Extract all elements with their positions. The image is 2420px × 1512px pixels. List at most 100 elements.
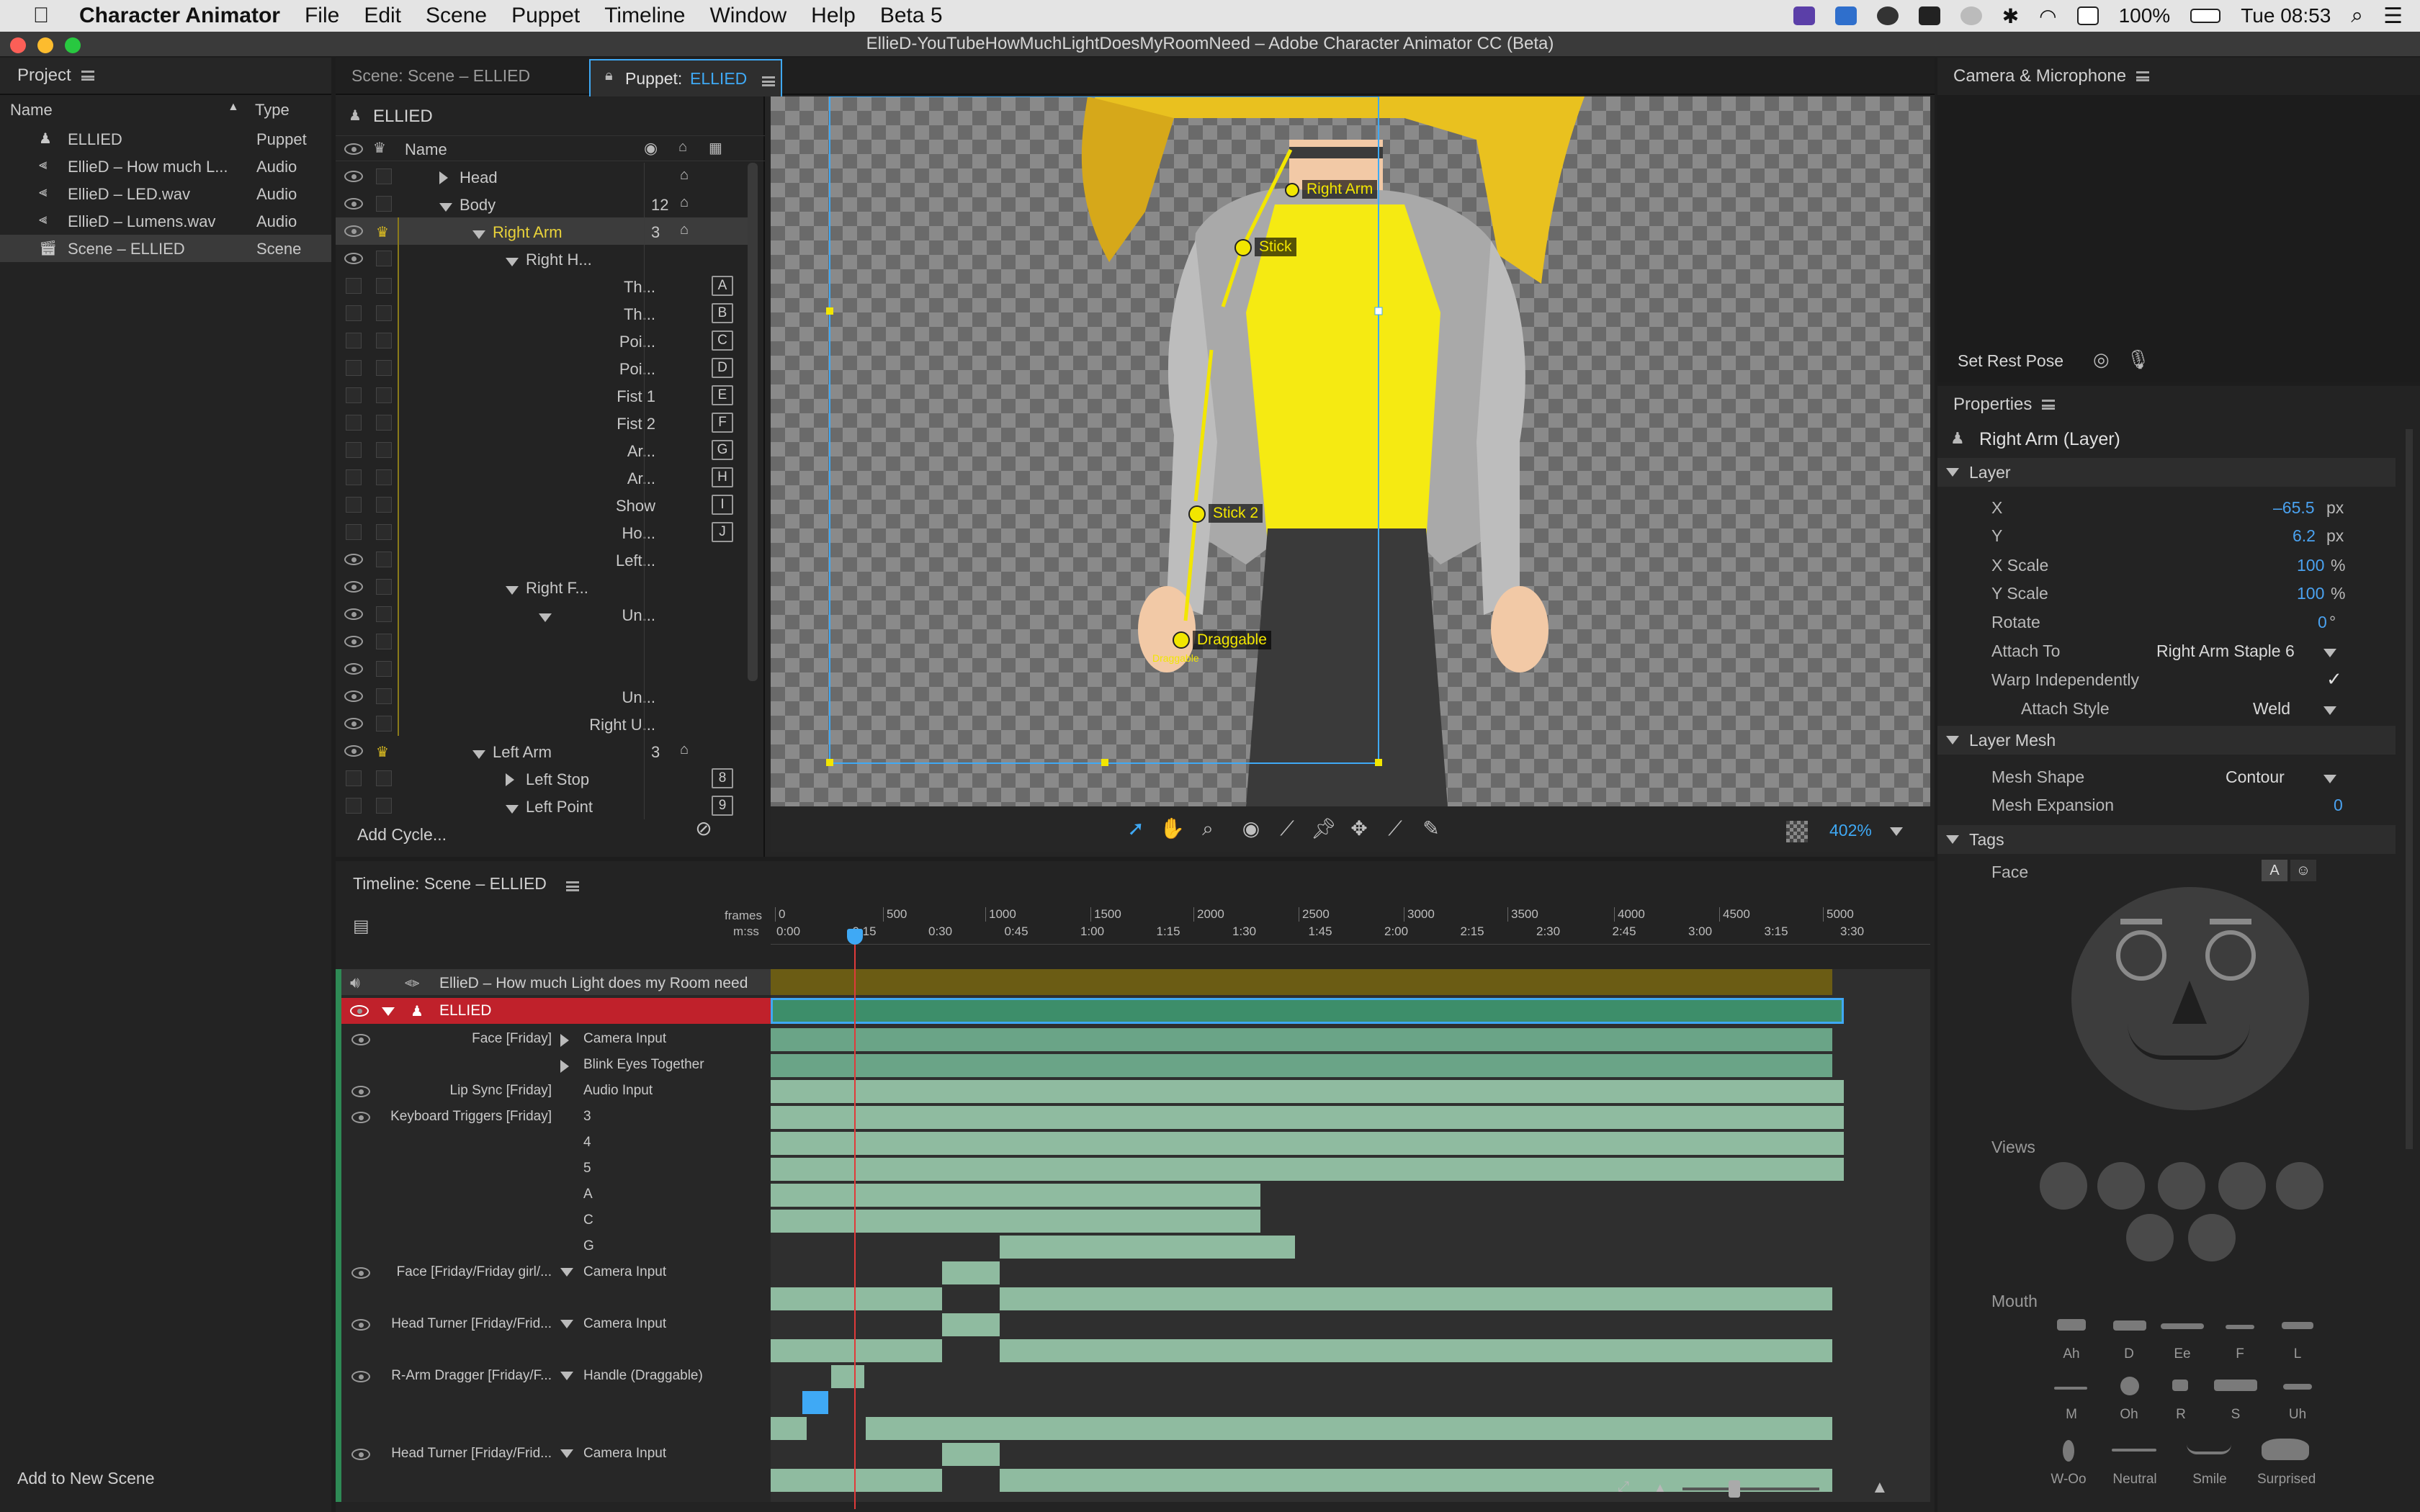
mouth-icon[interactable] xyxy=(2128,1024,2250,1060)
view-face-icon[interactable] xyxy=(2276,1162,2323,1210)
mouth-r-icon[interactable] xyxy=(2172,1380,2188,1391)
view-face-icon[interactable] xyxy=(2158,1162,2205,1210)
view-face-icon[interactable] xyxy=(2218,1162,2266,1210)
visibility-toggle[interactable] xyxy=(346,469,362,485)
behavior-param-label[interactable]: 5 xyxy=(583,1161,591,1176)
behavior-param-label[interactable]: A xyxy=(583,1187,593,1202)
visibility-toggle[interactable] xyxy=(346,798,362,814)
visibility-icon[interactable] xyxy=(344,554,363,565)
track-visibility-icon[interactable] xyxy=(351,1112,370,1123)
visibility-icon[interactable] xyxy=(344,225,363,237)
tags-section-header[interactable]: Tags xyxy=(1937,825,2396,854)
handle-label-draggable[interactable]: Draggable xyxy=(1193,631,1271,649)
mouth-oh-icon[interactable] xyxy=(2120,1377,2139,1395)
attach-style-dropdown-icon[interactable] xyxy=(2323,706,2336,719)
independence-toggle[interactable] xyxy=(376,661,392,677)
visibility-icon[interactable] xyxy=(344,581,363,593)
track-visibility-icon[interactable] xyxy=(351,1319,370,1331)
visibility-toggle[interactable] xyxy=(346,278,362,294)
independence-toggle[interactable] xyxy=(376,278,392,294)
visibility-toggle[interactable] xyxy=(346,770,362,786)
draw-tool-icon[interactable]: ✎ xyxy=(1419,816,1443,841)
take-clip-bar[interactable] xyxy=(771,1028,1832,1051)
zoom-out-mountain-icon[interactable]: ▲ xyxy=(1654,1480,1667,1495)
mouth-s-icon[interactable] xyxy=(2214,1380,2257,1391)
keyboard-trigger-key[interactable]: G xyxy=(712,440,733,460)
expand-down-icon[interactable] xyxy=(560,1267,573,1280)
behavior-label[interactable]: Face [Friday] xyxy=(472,1031,552,1047)
cloud-icon[interactable] xyxy=(1876,6,1899,25)
x-value[interactable]: –65.5 xyxy=(2273,498,2315,518)
behavior-param-label[interactable]: Camera Input xyxy=(583,1316,666,1332)
left-eyebrow-icon[interactable] xyxy=(2120,919,2162,924)
independence-toggle[interactable] xyxy=(376,387,392,403)
take-clip-bar[interactable] xyxy=(1000,1236,1295,1259)
visibility-toggle[interactable] xyxy=(346,415,362,431)
independence-toggle[interactable] xyxy=(376,360,392,376)
microphone-icon[interactable]: 🎙︎ xyxy=(2126,348,2150,371)
tab-puppet[interactable]: 🔒︎ Puppet: ELLIED xyxy=(589,59,782,96)
attach-to-dropdown-icon[interactable] xyxy=(2323,648,2336,661)
mouth-w-oo-icon[interactable] xyxy=(2063,1440,2074,1462)
trigger-icon[interactable]: ⌂ xyxy=(680,222,689,238)
camera-toggle-icon[interactable]: ◎ xyxy=(2093,348,2110,371)
project-item[interactable]: ⫷ EllieD – LED.wav Audio xyxy=(0,180,331,207)
timeline-zoom-thumb[interactable] xyxy=(1729,1480,1740,1498)
trigger-icon[interactable]: ⌂ xyxy=(680,194,689,211)
expand-right-icon[interactable] xyxy=(506,772,514,791)
expand-down-icon[interactable] xyxy=(506,580,519,599)
visibility-toggle[interactable] xyxy=(346,387,362,403)
take-clip-bar[interactable] xyxy=(771,1210,1260,1233)
visibility-icon[interactable] xyxy=(344,608,363,620)
mouth-smile-icon[interactable] xyxy=(2187,1444,2231,1454)
tab-scene[interactable]: Scene: Scene – ELLIED xyxy=(351,66,530,86)
visibility-icon[interactable] xyxy=(344,636,363,647)
take-clip-bar[interactable] xyxy=(771,1184,1260,1207)
behavior-param-label[interactable]: 4 xyxy=(583,1135,591,1151)
expand-down-icon[interactable] xyxy=(560,1319,573,1332)
take-clip-bar[interactable] xyxy=(942,1313,1000,1336)
zoom-window-button[interactable] xyxy=(65,37,81,53)
timeline-ruler[interactable]: 0 500 1000 1500 2000 2500 3000 3500 4000 4500 5000… xyxy=(771,904,1930,945)
warp-independently-checkbox[interactable]: ✓ xyxy=(2326,668,2342,690)
independence-toggle[interactable] xyxy=(376,196,392,212)
col-type[interactable]: Type xyxy=(255,101,290,120)
handle-label-stick[interactable]: Stick xyxy=(1255,238,1296,256)
track-visibility-icon[interactable] xyxy=(351,1034,370,1045)
expand-down-icon[interactable] xyxy=(506,799,519,818)
behavior-label[interactable]: Head Turner [Friday/Frid... xyxy=(391,1316,552,1332)
grid-app-icon[interactable] xyxy=(1918,6,1940,25)
properties-menu-icon[interactable] xyxy=(2042,400,2056,410)
visibility-toggle[interactable] xyxy=(346,524,362,540)
expand-down-icon[interactable] xyxy=(472,225,485,243)
view-face-icon[interactable] xyxy=(2040,1162,2087,1210)
trigger-icon[interactable]: ⌂ xyxy=(680,742,689,758)
mouth-m-icon[interactable] xyxy=(2054,1387,2087,1390)
speaker-icon[interactable]: 🔊︎ xyxy=(350,973,360,992)
clock[interactable]: Tue 08:53 xyxy=(2241,4,2331,27)
keyboard-trigger-key[interactable]: F xyxy=(712,413,733,433)
independence-toggle[interactable] xyxy=(376,524,392,540)
track-visibility-icon[interactable] xyxy=(351,1371,370,1382)
track-visibility-icon[interactable] xyxy=(351,1086,370,1097)
behavior-label[interactable]: Lip Sync [Friday] xyxy=(450,1083,552,1099)
attach-to-value[interactable]: Right Arm Staple 6 xyxy=(2156,642,2295,661)
take-clip-bar[interactable] xyxy=(771,1054,1832,1077)
status-circle-icon[interactable] xyxy=(1960,6,1982,25)
take-clip-bar[interactable] xyxy=(771,1287,942,1310)
visibility-icon[interactable] xyxy=(344,690,363,702)
tree-row[interactable]: Body 12 ⌂ xyxy=(336,190,753,217)
fit-timeline-icon[interactable]: ⤢ xyxy=(1618,1479,1629,1495)
visibility-icon[interactable] xyxy=(344,663,363,675)
mouth-surprised-icon[interactable] xyxy=(2262,1439,2309,1460)
minimize-window-button[interactable] xyxy=(37,37,53,53)
take-clip-bar[interactable] xyxy=(771,1132,1844,1155)
puppet-canvas[interactable]: Right Arm Stick Stick 2 Draggable Dragga… xyxy=(771,96,1930,806)
keyboard-trigger-key[interactable]: 9 xyxy=(712,796,733,816)
puppet-origin-icon[interactable]: ⊘ xyxy=(691,816,716,841)
view-face-icon[interactable] xyxy=(2126,1214,2174,1261)
behavior-label[interactable]: Face [Friday/Friday girl/... xyxy=(397,1264,552,1280)
tree-row[interactable]: Left Stop 8 xyxy=(336,765,753,792)
expand-right-icon[interactable] xyxy=(560,1034,569,1050)
track-visibility-icon[interactable] xyxy=(351,1267,370,1279)
